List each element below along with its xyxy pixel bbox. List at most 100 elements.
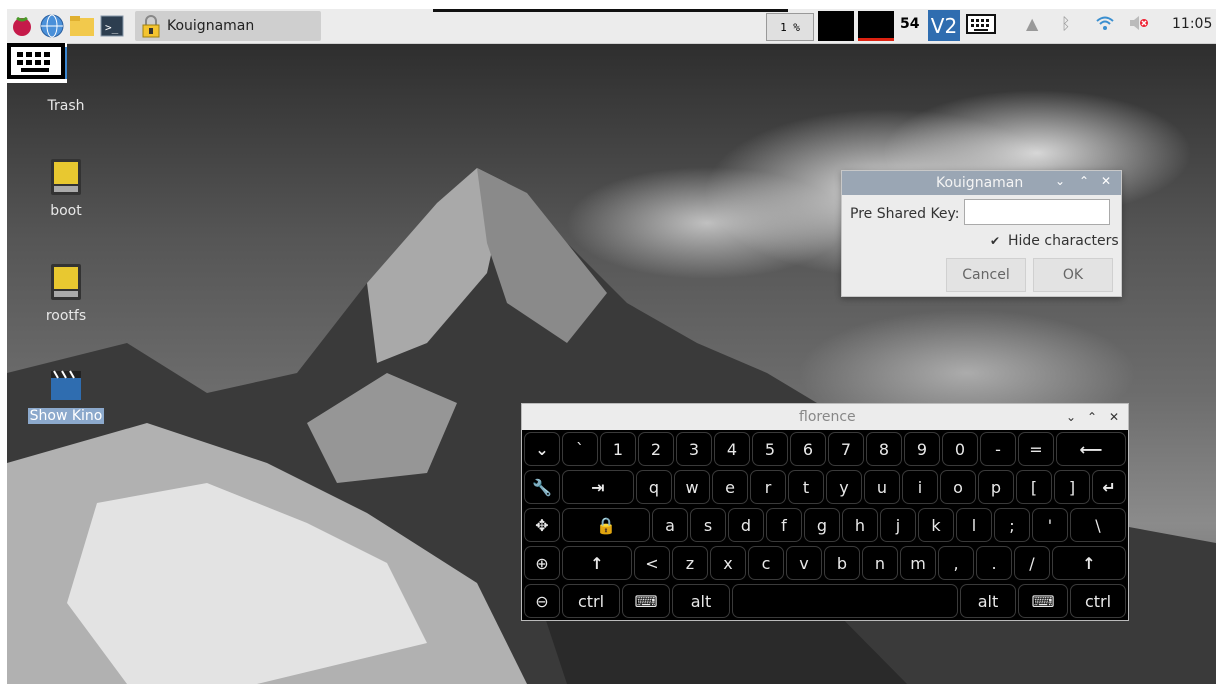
ok-button[interactable]: OK xyxy=(1033,258,1113,292)
maximize-icon[interactable]: ⌃ xyxy=(1087,410,1097,424)
key-d[interactable]: d xyxy=(728,508,764,542)
key-6[interactable]: 6 xyxy=(790,432,826,466)
shift-key[interactable]: ↑ xyxy=(562,546,632,580)
hide-characters-checkbox[interactable]: ✔ Hide characters xyxy=(990,233,1119,249)
key-p[interactable]: p xyxy=(978,470,1014,504)
key-5[interactable]: 5 xyxy=(752,432,788,466)
hide-keyboard-key[interactable]: ⌄ xyxy=(524,432,560,466)
key-z[interactable]: z xyxy=(672,546,708,580)
vnc-icon[interactable]: V2 xyxy=(928,10,960,41)
terminal-icon[interactable]: >_ xyxy=(97,11,127,41)
key-a[interactable]: a xyxy=(652,508,688,542)
config-key[interactable]: 🔧 xyxy=(524,470,560,504)
key-1[interactable]: 1 xyxy=(600,432,636,466)
key-.[interactable]: . xyxy=(976,546,1012,580)
enter-key[interactable]: ↵ xyxy=(1092,470,1126,504)
clock[interactable]: 11:05 xyxy=(1172,16,1212,32)
web-browser-icon[interactable] xyxy=(37,11,67,41)
close-icon[interactable]: ✕ xyxy=(1101,174,1111,188)
alt-key[interactable]: alt xyxy=(960,584,1016,618)
key-=[interactable]: = xyxy=(1018,432,1054,466)
key-2[interactable]: 2 xyxy=(638,432,674,466)
key-x[interactable]: x xyxy=(710,546,746,580)
key-8[interactable]: 8 xyxy=(866,432,902,466)
ctrl-key[interactable]: ctrl xyxy=(562,584,620,618)
caps-lock-key[interactable]: 🔒 xyxy=(562,508,650,542)
lock-icon xyxy=(142,15,160,38)
key-c[interactable]: c xyxy=(748,546,784,580)
key-0[interactable]: 0 xyxy=(942,432,978,466)
compose-key[interactable]: ⌨ xyxy=(622,584,670,618)
desktop-icon-boot[interactable]: boot xyxy=(26,157,106,219)
ctrl-key[interactable]: ctrl xyxy=(1070,584,1126,618)
key-4[interactable]: 4 xyxy=(714,432,750,466)
key-`[interactable]: ` xyxy=(562,432,598,466)
key-k[interactable]: k xyxy=(918,508,954,542)
key-f[interactable]: f xyxy=(766,508,802,542)
key-/[interactable]: / xyxy=(1014,546,1050,580)
desktop-icon-show-kino[interactable]: Show Kino xyxy=(26,368,106,424)
key-q[interactable]: q xyxy=(636,470,672,504)
key-'[interactable]: ' xyxy=(1032,508,1068,542)
key-e[interactable]: e xyxy=(712,470,748,504)
move-key[interactable]: ✥ xyxy=(524,508,560,542)
key-l[interactable]: l xyxy=(956,508,992,542)
file-manager-icon[interactable] xyxy=(67,11,97,41)
key-9[interactable]: 9 xyxy=(904,432,940,466)
zoom-in-key[interactable]: ⊕ xyxy=(524,546,560,580)
volume-muted-icon[interactable] xyxy=(1128,14,1150,36)
key-t[interactable]: t xyxy=(788,470,824,504)
key-s[interactable]: s xyxy=(690,508,726,542)
key-;[interactable]: ; xyxy=(994,508,1030,542)
tab-key[interactable]: ⇥ xyxy=(562,470,634,504)
space-key[interactable] xyxy=(732,584,958,618)
key-g[interactable]: g xyxy=(804,508,840,542)
temperature-readout[interactable]: 54 xyxy=(900,16,919,32)
florence-titlebar[interactable]: florence ⌄ ⌃ ✕ xyxy=(522,404,1128,430)
key-[[interactable]: [ xyxy=(1016,470,1052,504)
eject-icon[interactable]: ▲ xyxy=(1026,14,1038,33)
key-i[interactable]: i xyxy=(902,470,938,504)
key-][interactable]: ] xyxy=(1054,470,1090,504)
keyboard-icon[interactable] xyxy=(966,14,996,38)
key-n[interactable]: n xyxy=(862,546,898,580)
key-r[interactable]: r xyxy=(750,470,786,504)
system-monitor-graph[interactable] xyxy=(818,11,854,41)
key-<[interactable]: < xyxy=(634,546,670,580)
key-v[interactable]: v xyxy=(786,546,822,580)
key-b[interactable]: b xyxy=(824,546,860,580)
desktop-icon-rootfs[interactable]: rootfs xyxy=(26,262,106,324)
cancel-button[interactable]: Cancel xyxy=(946,258,1026,292)
taskbar-window-button[interactable]: Kouignaman xyxy=(135,11,321,41)
key-,[interactable]: , xyxy=(938,546,974,580)
shift-key[interactable]: ↑ xyxy=(1052,546,1126,580)
wifi-icon[interactable] xyxy=(1095,14,1115,36)
close-icon[interactable]: ✕ xyxy=(1109,410,1119,424)
memory-monitor-graph[interactable] xyxy=(858,11,894,41)
compose-key[interactable]: ⌨ xyxy=(1018,584,1068,618)
cpu-monitor[interactable]: 1 % xyxy=(766,13,814,41)
dialog-titlebar[interactable]: Kouignaman ⌄ ⌃ ✕ xyxy=(842,171,1121,195)
key-u[interactable]: u xyxy=(864,470,900,504)
key-y[interactable]: y xyxy=(826,470,862,504)
key-3[interactable]: 3 xyxy=(676,432,712,466)
key-m[interactable]: m xyxy=(900,546,936,580)
zoom-out-key[interactable]: ⊖ xyxy=(524,584,560,618)
key-j[interactable]: j xyxy=(880,508,916,542)
key-\[interactable]: \ xyxy=(1070,508,1126,542)
bluetooth-icon[interactable]: ᛒ xyxy=(1061,14,1071,33)
minimize-icon[interactable]: ⌄ xyxy=(1055,174,1065,188)
key-7[interactable]: 7 xyxy=(828,432,864,466)
backspace-key[interactable]: ⟵ xyxy=(1056,432,1126,466)
maximize-icon[interactable]: ⌃ xyxy=(1079,174,1089,188)
key-w[interactable]: w xyxy=(674,470,710,504)
key-h[interactable]: h xyxy=(842,508,878,542)
raspberry-menu-icon[interactable] xyxy=(7,11,37,41)
desktop-icon-trash[interactable]: Trash xyxy=(26,68,106,114)
key-o[interactable]: o xyxy=(940,470,976,504)
key--[interactable]: - xyxy=(980,432,1016,466)
minimize-icon[interactable]: ⌄ xyxy=(1066,410,1076,424)
psk-input[interactable] xyxy=(964,199,1110,225)
psk-label: Pre Shared Key: xyxy=(850,206,960,222)
alt-key[interactable]: alt xyxy=(672,584,730,618)
